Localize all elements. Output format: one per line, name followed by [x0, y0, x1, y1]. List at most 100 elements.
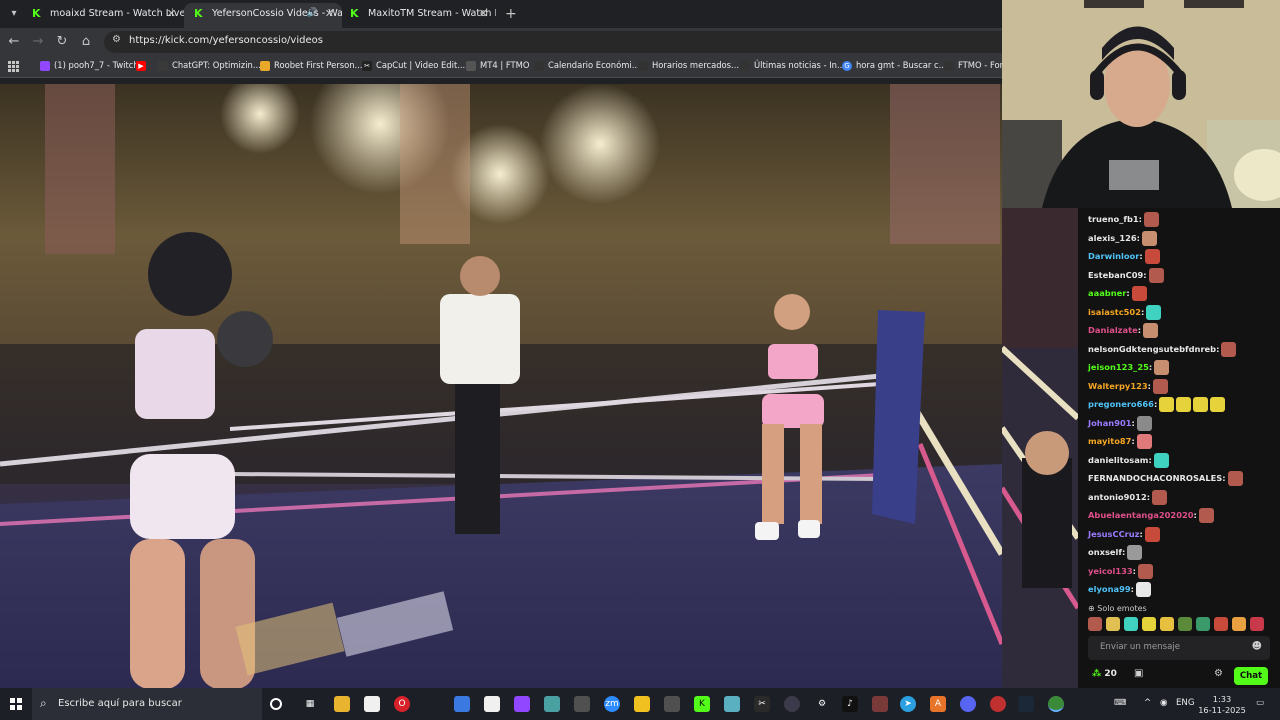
chat-username[interactable]: JesusCCruz	[1088, 529, 1140, 539]
notification-icon[interactable]: ▭	[1256, 698, 1264, 708]
chat-settings-gear-icon[interactable]: ⚙	[1214, 668, 1223, 679]
file-icon[interactable]	[484, 696, 500, 712]
emote-button[interactable]	[1160, 617, 1174, 631]
back-arrow-icon[interactable]: ←	[6, 34, 22, 50]
gift-icon[interactable]: ▣	[1134, 668, 1143, 679]
reload-icon[interactable]: ↻	[54, 34, 70, 50]
file-explorer-icon[interactable]	[334, 696, 350, 712]
chat-username[interactable]: nelsonGdktengsutebfdnreb	[1088, 344, 1216, 354]
windows-start-icon[interactable]	[10, 698, 22, 710]
tab-close-icon[interactable]: ✕	[479, 3, 488, 24]
chat-username[interactable]: EstebanC09	[1088, 270, 1143, 280]
app-icon[interactable]: A	[930, 696, 946, 712]
task-view-icon[interactable]: ▦	[302, 696, 318, 712]
emote-button[interactable]	[1124, 617, 1138, 631]
tab-close-icon[interactable]: ✕	[325, 3, 334, 24]
telegram-icon[interactable]: ➤	[900, 696, 916, 712]
network-icon[interactable]: ◉	[1160, 698, 1168, 708]
app-icon[interactable]	[544, 696, 560, 712]
cortana-icon[interactable]	[270, 698, 282, 710]
chat-username[interactable]: isaiastc502	[1088, 307, 1141, 317]
language-indicator[interactable]: ENG	[1176, 698, 1195, 708]
tab-moaixd[interactable]: K moaixd Stream - Watch Live on ✕	[22, 3, 184, 28]
chat-separator: :	[1148, 362, 1153, 372]
tab-close-icon[interactable]: ✕	[167, 3, 176, 24]
tiktok-icon[interactable]: ♪	[842, 696, 858, 712]
chat-input[interactable]: Enviar un mensaje ☻	[1088, 636, 1270, 660]
chat-username[interactable]: Darwinloor	[1088, 251, 1139, 261]
chat-username[interactable]: FERNANDOCHACONROSALES	[1088, 473, 1222, 483]
taskbar-search[interactable]: ⌕ Escribe aquí para buscar	[32, 688, 262, 720]
capcut-icon[interactable]: ✂	[754, 696, 770, 712]
notes-icon[interactable]	[634, 696, 650, 712]
speaker-icon[interactable]: 🔊	[307, 3, 318, 24]
kick-icon[interactable]: K	[694, 696, 710, 712]
forward-arrow-icon[interactable]: →	[30, 34, 46, 50]
app-icon[interactable]	[990, 696, 1006, 712]
emote-button[interactable]	[1142, 617, 1156, 631]
chat-username[interactable]: Walterpy123	[1088, 381, 1148, 391]
chat-send-button[interactable]: Chat	[1234, 667, 1268, 685]
new-tab-plus-icon[interactable]: +	[505, 5, 517, 23]
opera-icon[interactable]: O	[394, 696, 410, 712]
tab-yefersoncossio[interactable]: K YefersonCossio Videos - Wa 🔊 ✕	[184, 3, 342, 28]
chat-username[interactable]: alexis_126	[1088, 233, 1137, 243]
bookmark-ftmo[interactable]: FTMO - For	[944, 60, 1003, 71]
bookmark-noticias[interactable]: Últimas noticias - In...	[740, 60, 845, 71]
bookmark-mt4[interactable]: MT4 | FTMO	[466, 60, 529, 71]
file-icon[interactable]	[364, 696, 380, 712]
home-icon[interactable]: ⌂	[78, 34, 94, 50]
zoom-icon[interactable]: zm	[604, 696, 620, 712]
chat-username[interactable]: pregonero666	[1088, 399, 1154, 409]
chat-username[interactable]: mayito87	[1088, 436, 1131, 446]
tab-maxitotm[interactable]: K MaxitoTM Stream - Watch Live ✕	[340, 3, 496, 28]
app-icon[interactable]	[724, 696, 740, 712]
settings-gear-icon[interactable]: ⚙	[814, 696, 830, 712]
emote-button[interactable]	[1106, 617, 1120, 631]
emote-button[interactable]	[1178, 617, 1192, 631]
chrome-icon[interactable]	[1048, 696, 1064, 712]
bookmark-chatgpt[interactable]: ChatGPT: Optimizin...	[158, 60, 261, 71]
emote-button[interactable]	[1250, 617, 1264, 631]
bookmark-hora-gmt[interactable]: Ghora gmt - Buscar c...	[842, 60, 947, 71]
bookmark-calendario[interactable]: Calendario Económi...	[534, 60, 640, 71]
emote-button[interactable]	[1196, 617, 1210, 631]
emote-button[interactable]	[1214, 617, 1228, 631]
chat-username[interactable]: elyona99	[1088, 584, 1131, 594]
bookmark-twitch[interactable]: (1) pooh7_7 - Twitch	[40, 60, 139, 71]
chat-username[interactable]: Johan901	[1088, 418, 1132, 428]
chat-username[interactable]: danielitosam	[1088, 455, 1148, 465]
emote-button[interactable]	[1232, 617, 1246, 631]
discord-icon[interactable]	[960, 696, 976, 712]
app-icon[interactable]	[454, 696, 470, 712]
system-clock[interactable]: 1:33 16-11-2025	[1196, 694, 1248, 716]
app-icon[interactable]	[574, 696, 590, 712]
video-player[interactable]	[0, 84, 1002, 688]
mt4-icon	[466, 61, 476, 71]
twitch-icon[interactable]	[514, 696, 530, 712]
address-bar[interactable]: ⚙ https://kick.com/yefersoncossio/videos	[104, 31, 1002, 53]
emoji-picker-icon[interactable]: ☻	[1252, 641, 1262, 652]
chat-username[interactable]: Danialzate	[1088, 325, 1138, 335]
tray-chevron-icon[interactable]: ^	[1144, 698, 1151, 708]
chat-username[interactable]: jeison123_25	[1088, 362, 1149, 372]
chat-username[interactable]: yeicol133	[1088, 566, 1133, 576]
app-icon[interactable]	[872, 696, 888, 712]
site-info-icon[interactable]: ⚙	[112, 34, 121, 45]
app-icon[interactable]	[664, 696, 680, 712]
keyboard-icon[interactable]: ⌨	[1114, 698, 1126, 708]
channel-points[interactable]: ⁂ 20	[1092, 669, 1117, 679]
tab-search-chevron-icon[interactable]: ▾	[5, 5, 23, 23]
app-icon[interactable]	[784, 696, 800, 712]
bookmark-capcut[interactable]: ✂ CapCut | Video Edit...	[362, 60, 465, 71]
emote-button[interactable]	[1088, 617, 1102, 631]
chat-username[interactable]: aaabner	[1088, 288, 1126, 298]
bookmark-roobet[interactable]: Roobet First Person...	[260, 60, 363, 71]
chat-username[interactable]: antonio9012	[1088, 492, 1147, 502]
chat-username[interactable]: onxself	[1088, 547, 1122, 557]
chat-username[interactable]: trueno_fb1	[1088, 214, 1139, 224]
steam-icon[interactable]	[1018, 696, 1034, 712]
apps-grid-icon[interactable]	[8, 61, 19, 72]
chat-username[interactable]: Abuelaentanga202020	[1088, 510, 1194, 520]
bookmark-horarios[interactable]: Horarios mercados...	[638, 60, 739, 71]
